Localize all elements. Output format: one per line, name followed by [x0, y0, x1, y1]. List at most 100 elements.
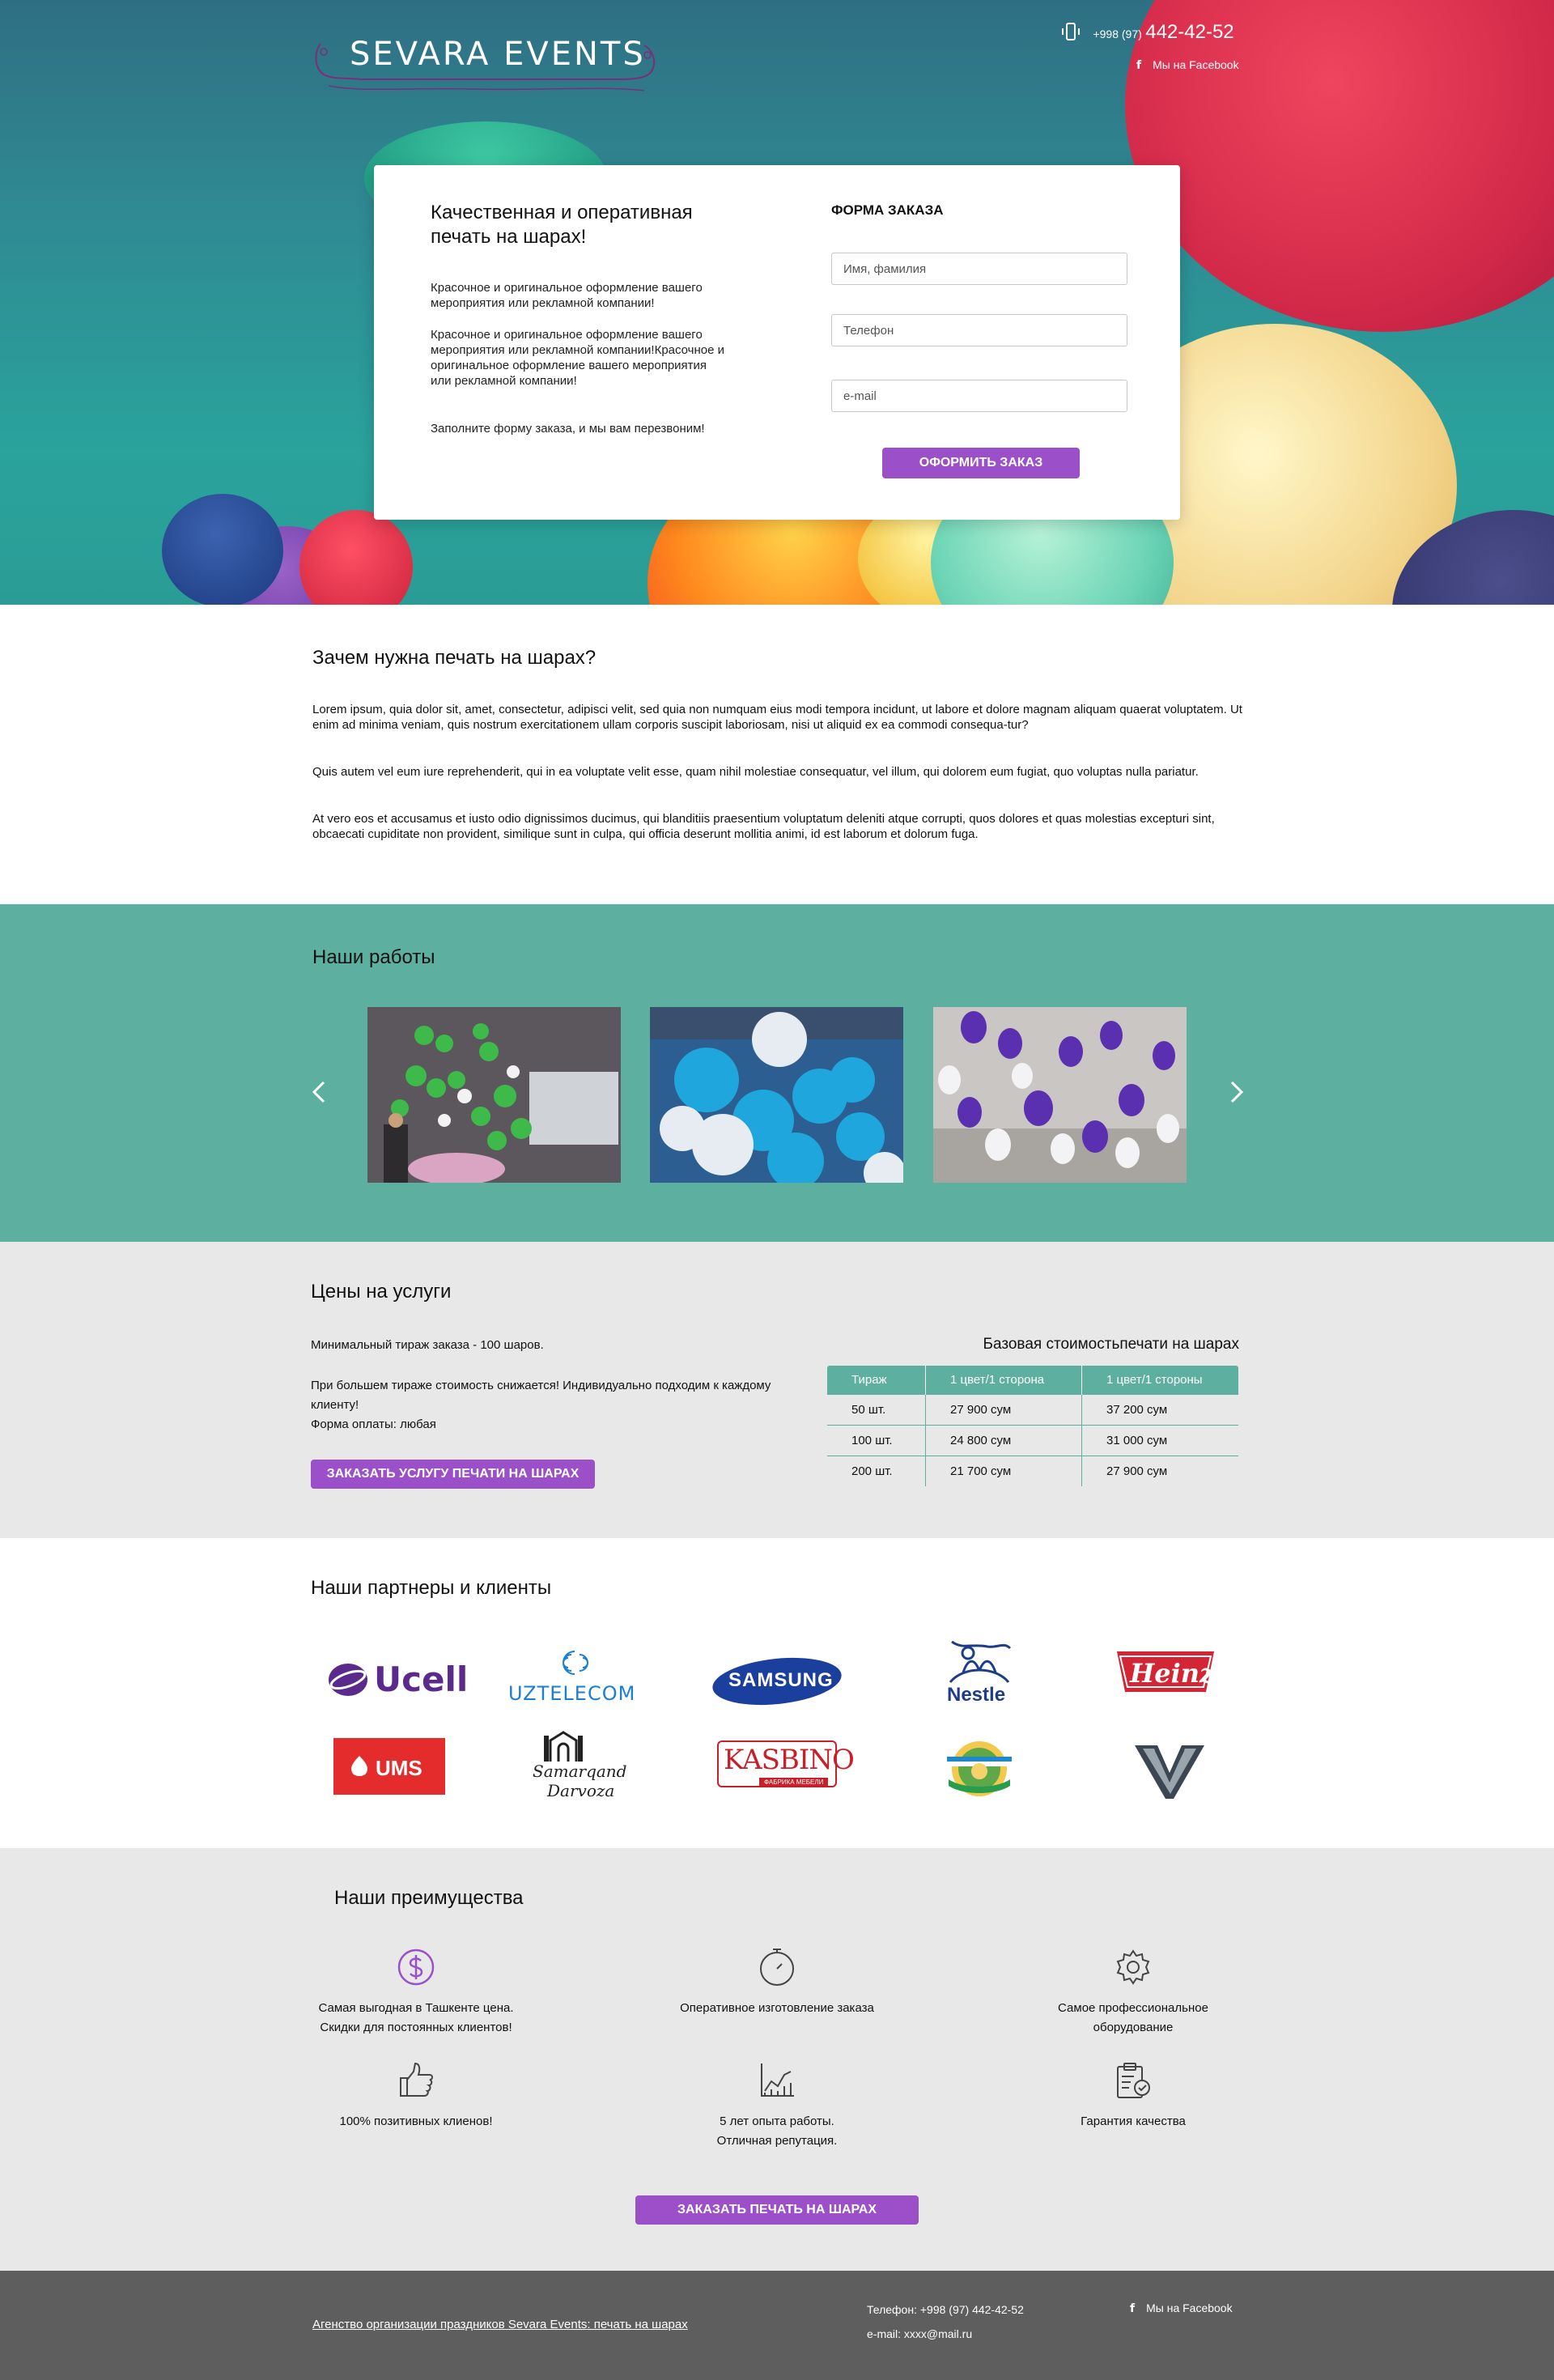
clock-icon — [760, 1949, 794, 1986]
ums-drop-icon — [351, 1756, 367, 1776]
facebook-icon: f — [1136, 59, 1142, 72]
table-cell: 37 200 сум — [1081, 1394, 1238, 1426]
kasbino-logo-text: KASBINO — [724, 1744, 855, 1776]
price-table-title: Базовая стоимостьпечати на шарах — [983, 1336, 1239, 1353]
chevron-left-icon[interactable] — [308, 1074, 332, 1110]
heinz-logo-text: Heinz — [1130, 1658, 1215, 1689]
min-order-text: Минимальный тираж заказа - 100 шаров. — [311, 1338, 544, 1352]
hero-title: Качественная и оперативная печать на шар… — [431, 202, 693, 248]
table-cell: 31 000 сум — [1081, 1425, 1238, 1456]
advantages-title: Наши преимущества — [334, 1887, 524, 1909]
prices-section: Цены на услуги Минимальный тираж заказа … — [0, 1242, 1554, 1538]
phone-number: 442-42-52 — [1145, 21, 1234, 43]
table-cell: 24 800 сум — [925, 1425, 1082, 1456]
table-cell: 21 700 сум — [925, 1456, 1082, 1486]
works-section: Наши работы — [0, 904, 1554, 1242]
logo-text: SEVARA EVENTS — [350, 36, 646, 73]
footer-email[interactable]: e-mail: xxxx@mail.ru — [867, 2327, 972, 2340]
why-title: Зачем нужна печать на шарах? — [312, 647, 597, 669]
name-input[interactable] — [831, 253, 1127, 285]
table-cell: 27 900 сум — [925, 1394, 1082, 1426]
phone-code: +998 (97) — [1093, 28, 1142, 40]
advantage-line: Скидки для постоянных клиентов! — [320, 2021, 512, 2034]
submit-order-button[interactable]: ОФОРМИТЬ ЗАКАЗ — [882, 448, 1080, 478]
price-table-header: Тираж 1 цвет/1 сторона 1 цвет/1 стороны — [827, 1366, 1238, 1395]
site-logo[interactable]: SEVARA EVENTS — [312, 28, 659, 97]
why-paragraph: At vero eos et accusamus et iusto odio d… — [312, 812, 1215, 841]
table-row: 100 шт. 24 800 сум 31 000 сум — [827, 1425, 1238, 1456]
samsung-logo-text: SAMSUNG — [728, 1669, 834, 1691]
chevron-right-icon[interactable] — [1224, 1074, 1248, 1110]
balloon-red-left — [299, 510, 413, 605]
uztelecom-logo-mark — [563, 1651, 588, 1675]
work-photo-green-balloons[interactable] — [367, 1007, 621, 1183]
table-cell: 100 шт. — [827, 1425, 926, 1456]
work-photo-blue-balloons[interactable] — [650, 1007, 903, 1183]
order-balloon-printing-button[interactable]: ЗАКАЗАТЬ ПЕЧАТЬ НА ШАРАХ — [635, 2195, 919, 2225]
partners-title: Наши партнеры и клиенты — [311, 1577, 552, 1599]
advantage-line: Самое профессиональное — [1058, 2001, 1208, 2015]
advantage-line: 100% позитивных клиенов! — [339, 2114, 493, 2128]
header-phone[interactable]: +998 (97) 442-42-52 — [1060, 21, 1234, 44]
order-form-title: ФОРМА ЗАКАЗА — [831, 202, 944, 218]
kasbino-subtitle: ФАБРИКА МЕБЕЛИ — [759, 1778, 829, 1787]
advantages-section: Наши преимущества Самая выгодная в Ташке… — [0, 1848, 1554, 2271]
green-balloons-image — [367, 1007, 621, 1183]
header-facebook-link[interactable]: f Мы на Facebook — [1136, 58, 1239, 72]
purple-balloons-image — [933, 1007, 1187, 1183]
table-row: 50 шт. 27 900 сум 37 200 сум — [827, 1394, 1238, 1426]
column-header: Тираж — [827, 1366, 926, 1395]
nestle-nest-mark — [949, 1640, 1012, 1684]
table-row: 200 шт. 21 700 сум 27 900 сум — [827, 1456, 1238, 1486]
hero-paragraph: Заполните форму заказа, и мы вам перезво… — [431, 422, 705, 436]
uzbekistan-emblem-logo — [939, 1732, 1101, 1805]
footer-facebook-link[interactable]: f Мы на Facebook — [1130, 2301, 1233, 2315]
hero-paragraph: Красочное и оригинальное оформление ваше… — [431, 328, 725, 388]
table-cell: 200 шт. — [827, 1456, 926, 1486]
uztelecom-logo: UZTELECOM — [502, 1643, 664, 1716]
email-input[interactable] — [831, 380, 1127, 412]
clipboard-check-icon — [1117, 2063, 1150, 2098]
why-section: Зачем нужна печать на шарах? Lorem ipsum… — [0, 605, 1554, 904]
dollar-icon — [397, 1949, 435, 1986]
discount-text: При большем тираже стоимость снижается! … — [311, 1379, 771, 1412]
footer-agency-link[interactable]: Агенство организации праздников Sevara E… — [312, 2318, 688, 2331]
v-brand-logo — [1133, 1740, 1295, 1813]
advantage-item: Самая выгодная в Ташкенте цена. Скидки дл… — [270, 1947, 562, 2038]
advantage-line: Отличная репутация. — [716, 2134, 838, 2148]
advantage-item: 100% позитивных клиенов! — [270, 2060, 562, 2131]
phone-input[interactable] — [831, 314, 1127, 346]
mobile-phone-icon — [1062, 23, 1080, 40]
hero-section: SEVARA EVENTS +998 (97) 442-42-52 f Мы на… — [0, 0, 1554, 605]
advantage-line: Самая выгодная в Ташкенте цена. — [318, 2001, 514, 2015]
facebook-icon: f — [1130, 2302, 1136, 2315]
price-table: Тираж 1 цвет/1 сторона 1 цвет/1 стороны … — [826, 1365, 1239, 1487]
gear-icon — [1116, 1949, 1150, 1985]
hero-card: Качественная и оперативная печать на шар… — [374, 165, 1180, 520]
advantage-line: 5 лет опыта работы. — [720, 2114, 834, 2128]
heinz-logo: Heinz — [1109, 1643, 1271, 1716]
advantage-item: Самое профессиональное оборудование — [987, 1947, 1279, 2038]
prices-title: Цены на услуги — [311, 1281, 452, 1303]
hero-paragraph: Красочное и оригинальное оформление ваше… — [431, 281, 703, 310]
order-printing-service-button[interactable]: ЗАКАЗАТЬ УСЛУГУ ПЕЧАТИ НА ШАРАХ — [311, 1460, 595, 1489]
work-photo-purple-balloons[interactable] — [933, 1007, 1187, 1183]
works-title: Наши работы — [312, 946, 435, 968]
advantage-item: Гарантия качества — [987, 2060, 1279, 2131]
samsung-logo: SAMSUNG — [712, 1643, 874, 1716]
advantage-item: Оперативное изготовление заказа — [631, 1947, 923, 2018]
facebook-label: Мы на Facebook — [1153, 58, 1239, 71]
advantage-line: Гарантия качества — [1081, 2114, 1186, 2128]
ums-logo: UMS — [333, 1738, 495, 1811]
darvoza-gate-mark — [544, 1731, 583, 1762]
blue-balloons-image — [650, 1007, 903, 1183]
advantage-line: Оперативное изготовление заказа — [680, 2001, 874, 2015]
balloon-blue-left — [162, 494, 283, 605]
v-chevron-mark — [1135, 1745, 1204, 1799]
partners-section: Наши партнеры и клиенты Ucell UZTELECOM … — [0, 1538, 1554, 1848]
ucell-logo: Ucell — [324, 1643, 486, 1716]
kasbino-logo: KASBINO ФАБРИКА МЕБЕЛИ — [712, 1740, 874, 1813]
column-header: 1 цвет/1 стороны — [1081, 1366, 1238, 1395]
column-header: 1 цвет/1 сторона — [925, 1366, 1082, 1395]
chart-icon — [761, 2063, 794, 2097]
